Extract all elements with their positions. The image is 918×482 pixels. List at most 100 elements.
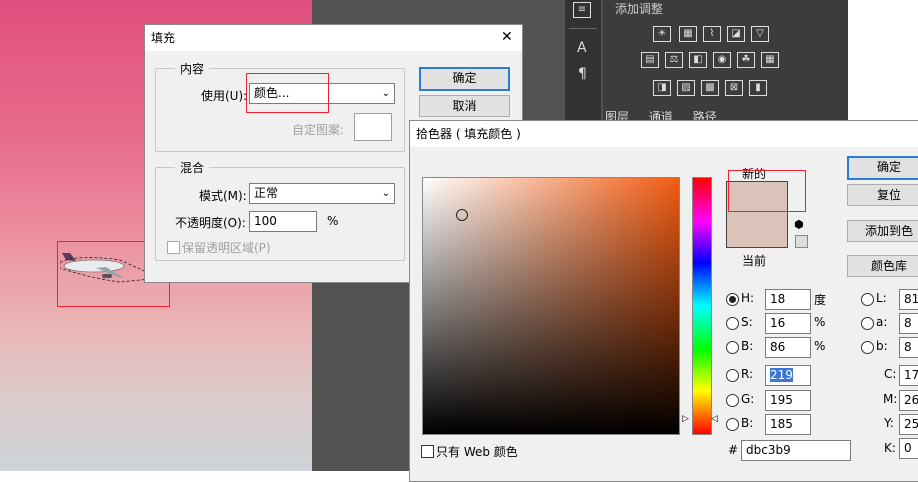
hue-slider-right-arrow-icon[interactable]: ◁ xyxy=(711,414,718,424)
b-unit: % xyxy=(814,339,826,353)
paragraph-icon[interactable]: ¶ xyxy=(578,66,587,82)
g-label: G: xyxy=(741,392,755,406)
color-picker-dialog: 拾色器 ( 填充颜色 ) ▷ ◁ 新的 当前 ⬢ 确定 复位 添加到色 颜色库 … xyxy=(409,120,918,482)
c-input[interactable]: 17 xyxy=(899,365,918,386)
pattern-label: 自定图案: xyxy=(292,123,345,137)
k-value: 0 xyxy=(904,441,912,455)
threshold-icon[interactable]: ▩ xyxy=(701,80,719,96)
fill-cancel-button[interactable]: 取消 xyxy=(419,95,510,117)
add-to-swatches-button[interactable]: 添加到色 xyxy=(847,220,918,242)
lookup-icon[interactable]: ▦ xyxy=(761,52,779,68)
levels-icon[interactable]: ▦ xyxy=(679,26,697,42)
g-value: 195 xyxy=(770,393,793,407)
cube-warning-icon[interactable]: ⬢ xyxy=(794,218,804,231)
current-color-swatch[interactable] xyxy=(726,212,788,248)
h-radio[interactable] xyxy=(726,293,739,306)
m-input[interactable]: 26 xyxy=(899,390,918,411)
s-input[interactable]: 16 xyxy=(765,313,811,334)
blend-group-label: 混合 xyxy=(175,159,210,176)
r-radio[interactable] xyxy=(726,369,739,382)
h-label: H: xyxy=(741,291,755,305)
k-label: K: xyxy=(884,441,896,455)
color-libraries-button[interactable]: 颜色库 xyxy=(847,255,918,277)
b-value: 86 xyxy=(770,340,786,354)
m-value: 26 xyxy=(904,393,918,407)
y-input[interactable]: 25 xyxy=(899,414,918,435)
b-input[interactable]: 86 xyxy=(765,337,811,358)
web-safe-swatch[interactable] xyxy=(795,235,808,248)
a-input[interactable]: 8 xyxy=(899,313,918,334)
fill-ok-button[interactable]: 确定 xyxy=(419,67,510,91)
m-label: M: xyxy=(883,392,898,406)
sliders-icon[interactable]: ≡ xyxy=(573,2,591,18)
hue-slider-left-arrow-icon[interactable]: ▷ xyxy=(682,414,689,424)
use-label: 使用(U): xyxy=(201,89,248,103)
s-label: S: xyxy=(741,315,753,329)
h-unit: 度 xyxy=(814,293,827,307)
balance-icon[interactable]: ⚖ xyxy=(665,52,683,68)
hue-slider[interactable] xyxy=(692,177,712,435)
mode-label: 模式(M): xyxy=(199,189,247,203)
s-unit: % xyxy=(814,315,826,329)
selective-color-icon[interactable]: ⊠ xyxy=(725,80,743,96)
pattern-swatch[interactable] xyxy=(354,113,392,141)
vibrance-icon[interactable]: ▤ xyxy=(641,52,659,68)
posterize-icon[interactable]: ▨ xyxy=(677,80,695,96)
r-label: R: xyxy=(741,367,754,381)
lab-b-label: b: xyxy=(876,339,888,353)
web-only-label: 只有 Web 颜色 xyxy=(436,445,518,459)
r-input[interactable]: 219 xyxy=(765,365,811,386)
brightness-icon[interactable]: ☀ xyxy=(653,26,671,42)
b-radio[interactable] xyxy=(726,341,739,354)
panel-title: 添加调整 xyxy=(615,2,664,16)
s-radio[interactable] xyxy=(726,317,739,330)
blue-input[interactable]: 185 xyxy=(765,414,811,435)
l-input[interactable]: 81 xyxy=(899,289,918,310)
color-field-cursor[interactable] xyxy=(456,209,468,221)
l-value: 81 xyxy=(904,292,918,306)
lab-b-radio[interactable] xyxy=(861,341,874,354)
preserve-checkbox[interactable] xyxy=(167,241,180,254)
a-radio[interactable] xyxy=(861,317,874,330)
invert-icon[interactable]: ◨ xyxy=(653,80,671,96)
picker-titlebar[interactable]: 拾色器 ( 填充颜色 ) xyxy=(410,121,918,147)
content-group-label: 内容 xyxy=(175,60,210,77)
hex-value: dbc3b9 xyxy=(746,443,791,457)
new-swatch-highlight-box xyxy=(728,170,806,212)
fill-titlebar[interactable]: 填充 xyxy=(145,25,522,51)
photo-filter-icon[interactable]: ◉ xyxy=(713,52,731,68)
bw-icon[interactable]: ◧ xyxy=(689,52,707,68)
close-icon[interactable]: ✕ xyxy=(501,29,513,45)
picker-ok-button[interactable]: 确定 xyxy=(847,156,918,180)
blue-radio[interactable] xyxy=(726,418,739,431)
a-value: 8 xyxy=(904,316,912,330)
g-input[interactable]: 195 xyxy=(765,390,811,411)
blue-value: 185 xyxy=(770,417,793,431)
picker-reset-button[interactable]: 复位 xyxy=(847,184,918,206)
mode-select[interactable]: 正常 ⌄ xyxy=(249,183,395,204)
opacity-value: 100 xyxy=(254,214,277,228)
l-label: L: xyxy=(876,291,887,305)
l-radio[interactable] xyxy=(861,293,874,306)
h-input[interactable]: 18 xyxy=(765,289,811,310)
character-icon[interactable]: A xyxy=(577,40,587,56)
blue-label: B: xyxy=(741,416,754,430)
document-area xyxy=(848,0,918,120)
exposure-icon[interactable]: ◪ xyxy=(727,26,745,42)
lab-b-input[interactable]: 8 xyxy=(899,337,918,358)
opacity-input[interactable]: 100 xyxy=(249,211,317,232)
g-radio[interactable] xyxy=(726,394,739,407)
c-value: 17 xyxy=(904,368,918,382)
current-label: 当前 xyxy=(742,254,767,268)
channel-mixer-icon[interactable]: ☘ xyxy=(737,52,755,68)
gradient-map-icon[interactable]: ▽ xyxy=(751,26,769,42)
web-only-checkbox[interactable] xyxy=(421,445,434,458)
c-label: C: xyxy=(884,367,897,381)
r-value: 219 xyxy=(770,368,793,382)
curves-icon[interactable]: ⌇ xyxy=(703,26,721,42)
k-input[interactable]: 0 xyxy=(899,438,918,459)
hex-input[interactable]: dbc3b9 xyxy=(741,440,851,461)
s-value: 16 xyxy=(770,316,786,330)
b-label: B: xyxy=(741,339,754,353)
gradient-fill-icon[interactable]: ▮ xyxy=(749,80,767,96)
